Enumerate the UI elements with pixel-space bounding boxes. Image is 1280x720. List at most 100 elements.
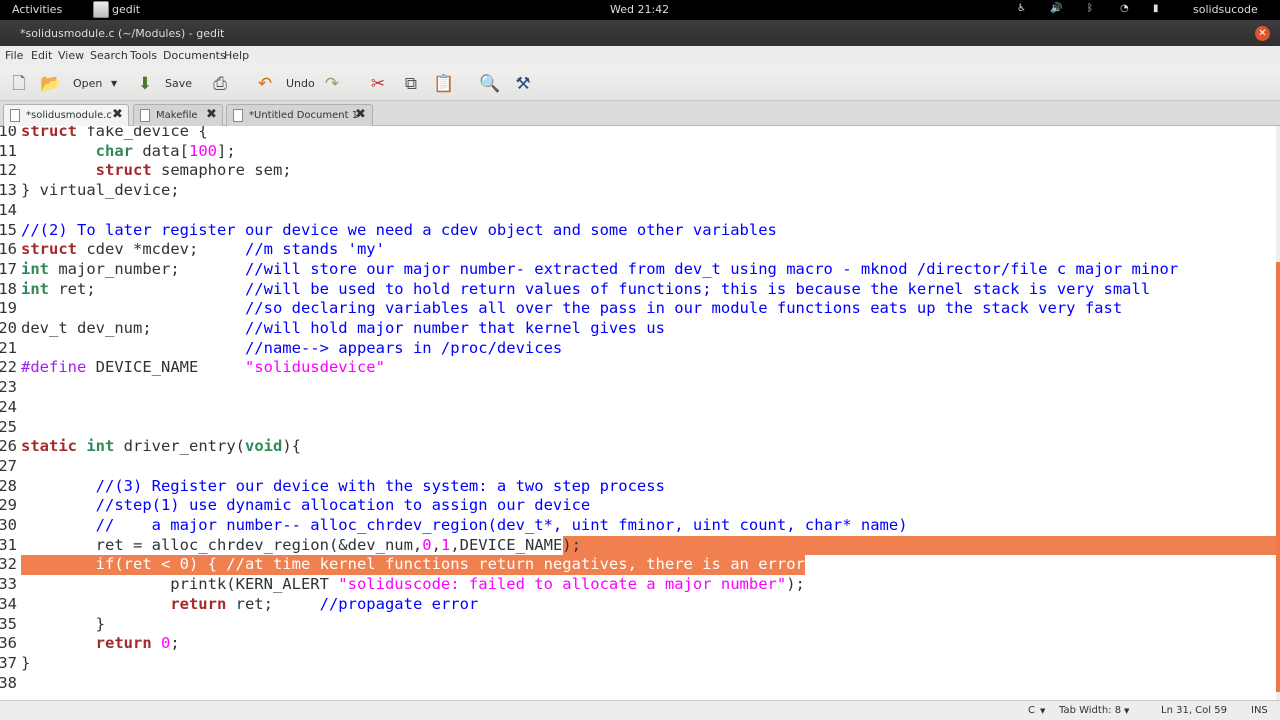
gedit-app-icon[interactable]	[93, 1, 109, 18]
menu-file[interactable]: File	[5, 49, 23, 62]
menu-edit[interactable]: Edit	[31, 49, 52, 62]
code-line[interactable]: 21 //name--> appears in /proc/devices	[0, 339, 1276, 359]
code-line[interactable]: 16 struct cdev *mcdev; //m stands 'my'	[0, 240, 1276, 260]
cursor-position: Ln 31, Col 59	[1161, 705, 1227, 716]
save-button[interactable]: Save	[165, 77, 192, 90]
line-text: if(ret < 0) { //at time kernel functions…	[21, 555, 805, 576]
close-window-button[interactable]: ✕	[1255, 26, 1270, 41]
code-line[interactable]: 14	[0, 201, 1276, 221]
line-number: 27	[0, 456, 17, 475]
code-line[interactable]: 34 return ret; //propagate error	[0, 595, 1276, 615]
menu-bar: File Edit View Search Tools Documents He…	[0, 46, 1280, 66]
open-icon[interactable]: 📂	[40, 73, 62, 95]
code-line[interactable]: 36 return 0;	[0, 634, 1276, 654]
user-menu[interactable]: solidsucode	[1193, 3, 1258, 16]
app-menu-label[interactable]: gedit	[112, 3, 140, 16]
wifi-icon[interactable]: ◔	[1120, 3, 1129, 14]
code-line[interactable]: 12 struct semaphore sem;	[0, 161, 1276, 181]
line-text: //(3) Register our device with the syste…	[95, 476, 665, 495]
menu-view[interactable]: View	[58, 49, 84, 62]
redo-icon[interactable]: ↷	[321, 73, 343, 95]
tab-untitled-document-1[interactable]: *Untitled Document 1 ✖	[226, 104, 373, 126]
code-line[interactable]: 22 #define DEVICE_NAME "solidusdevice"	[0, 358, 1276, 378]
save-icon[interactable]: ⬇	[134, 73, 156, 95]
code-line[interactable]: 31 ret = alloc_chrdev_region(&dev_num,0,…	[0, 535, 1276, 556]
volume-icon[interactable]: 🔊	[1050, 3, 1062, 14]
code-line[interactable]: 35 }	[0, 615, 1276, 635]
code-line[interactable]: 30 // a major number-- alloc_chrdev_regi…	[0, 516, 1276, 536]
toolbar: 🗋 📂 Open ▼ ⬇ Save ⎙ ↶ Undo ↷ ✂ ⧉ 📋 🔍 ⚒	[0, 66, 1280, 101]
close-tab-icon[interactable]: ✖	[112, 107, 123, 122]
open-button[interactable]: Open	[73, 77, 102, 90]
code-line[interactable]: 27	[0, 457, 1276, 477]
accessibility-icon[interactable]: ♿	[1017, 3, 1026, 14]
code-line[interactable]: 29 //step(1) use dynamic allocation to a…	[0, 496, 1276, 516]
close-tab-icon[interactable]: ✖	[355, 107, 366, 122]
code-line[interactable]: 28 //(3) Register our device with the sy…	[0, 477, 1276, 497]
line-text: //(2) To later register our device we ne…	[21, 220, 777, 239]
window-title: *solidusmodule.c (~/Modules) - gedit	[20, 27, 225, 40]
code-line[interactable]: 24	[0, 398, 1276, 418]
code-line[interactable]: 11 char data[100];	[0, 142, 1276, 162]
window-title-bar: *solidusmodule.c (~/Modules) - gedit ✕	[0, 20, 1280, 46]
close-tab-icon[interactable]: ✖	[206, 107, 217, 122]
code-line[interactable]: 17 int major_number; //will store our maj…	[0, 260, 1276, 280]
scrollbar-thumb[interactable]	[1276, 262, 1280, 692]
tab-makefile[interactable]: Makefile ✖	[133, 104, 223, 126]
tab-label: *Untitled Document 1	[249, 110, 359, 121]
tab-width-selector[interactable]: Tab Width: 8	[1059, 705, 1121, 716]
language-selector[interactable]: C	[1028, 705, 1035, 716]
copy-icon[interactable]: ⧉	[400, 73, 422, 95]
code-line[interactable]: 15//(2) To later register our device we …	[0, 221, 1276, 241]
vertical-scrollbar[interactable]	[1276, 126, 1280, 700]
line-text: } virtual_device;	[21, 181, 180, 200]
undo-button[interactable]: Undo	[286, 77, 315, 90]
line-text: struct semaphore sem;	[95, 161, 292, 180]
insert-mode: INS	[1251, 705, 1268, 716]
line-number: 36	[0, 634, 17, 653]
code-line[interactable]: 37}	[0, 654, 1276, 674]
code-line[interactable]: 18 int ret; //will be used to hold return…	[0, 280, 1276, 300]
print-icon[interactable]: ⎙	[209, 73, 231, 95]
line-text: int major_number; //will store our major…	[21, 259, 1179, 278]
code-line[interactable]: 32 if(ret < 0) { //at time kernel functi…	[0, 555, 1276, 576]
line-number: 10	[0, 126, 17, 140]
code-line[interactable]: 23	[0, 378, 1276, 398]
clock[interactable]: Wed 21:42	[610, 3, 669, 16]
search-replace-icon[interactable]: ⚒	[512, 73, 534, 95]
menu-documents[interactable]: Documents	[163, 49, 226, 62]
paste-icon[interactable]: 📋	[433, 73, 455, 95]
line-text: // a major number-- alloc_chrdev_region(…	[95, 516, 908, 534]
tab-label: Makefile	[156, 110, 198, 121]
chevron-down-icon: ▼	[1124, 707, 1130, 715]
code-line[interactable]: 26 static int driver_entry(void){	[0, 437, 1276, 457]
code-line[interactable]: 25	[0, 418, 1276, 438]
line-text: #define DEVICE_NAME "solidusdevice"	[21, 358, 385, 377]
line-number: 21	[0, 338, 17, 357]
line-number: 32	[0, 555, 17, 574]
tab-label: *solidusmodule.c	[26, 110, 112, 121]
new-document-icon[interactable]: 🗋	[8, 73, 30, 95]
code-line[interactable]: 10 struct fake_device {	[0, 126, 1276, 142]
line-text: //step(1) use dynamic allocation to assi…	[95, 496, 591, 515]
battery-icon[interactable]: ▮	[1153, 3, 1159, 14]
code-line[interactable]: 13} virtual_device;	[0, 181, 1276, 201]
menu-search[interactable]: Search	[90, 49, 128, 62]
menu-tools[interactable]: Tools	[130, 49, 157, 62]
bluetooth-icon[interactable]: ᛒ	[1087, 3, 1093, 14]
text-file-icon	[140, 109, 150, 122]
code-line[interactable]: 20 dev_t dev_num; //will hold major numbe…	[0, 319, 1276, 339]
code-line[interactable]: 19 //so declaring variables all over the…	[0, 299, 1276, 319]
line-number: 29	[0, 496, 17, 515]
activities-button[interactable]: Activities	[12, 3, 62, 16]
tab-solidusmodule-c[interactable]: *solidusmodule.c ✖	[3, 104, 129, 127]
open-recent-dropdown-icon[interactable]: ▼	[111, 79, 117, 88]
text-editor[interactable]: 10 struct fake_device {11 char data[100];…	[0, 126, 1276, 700]
menu-help[interactable]: Help	[224, 49, 249, 62]
search-icon[interactable]: 🔍	[479, 73, 501, 95]
code-line[interactable]: 33 printk(KERN_ALERT "soliduscode: faile…	[0, 575, 1276, 595]
cut-icon[interactable]: ✂	[367, 73, 389, 95]
line-text: static int driver_entry(void){	[21, 437, 301, 456]
code-line[interactable]: 38	[0, 674, 1276, 694]
undo-icon[interactable]: ↶	[254, 73, 276, 95]
